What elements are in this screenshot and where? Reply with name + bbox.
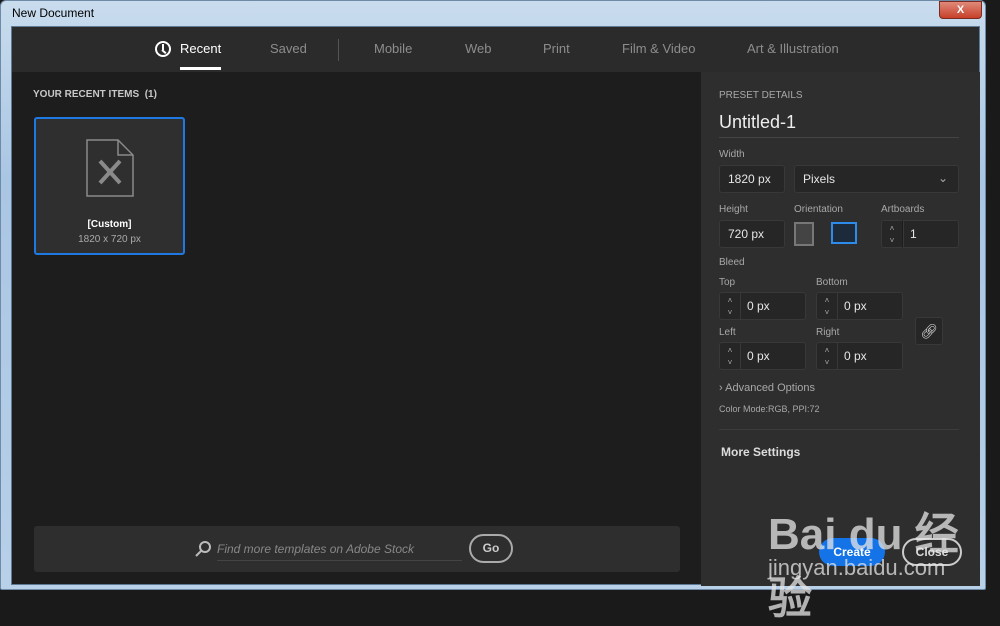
- advanced-options-label: Advanced Options: [725, 382, 816, 394]
- bleed-top-stepper[interactable]: ˄ ˅: [719, 292, 741, 320]
- stock-search-bar: Find more templates on Adobe Stock Go: [34, 526, 680, 572]
- preset-details-panel: PRESET DETAILS Untitled-1 Width 1820 px …: [701, 72, 980, 586]
- preset-details-header: PRESET DETAILS: [719, 90, 803, 101]
- recent-items-header: YOUR RECENT ITEMS (1): [33, 89, 157, 100]
- advanced-options-toggle[interactable]: › Advanced Options: [719, 382, 815, 394]
- stock-search-input[interactable]: Find more templates on Adobe Stock: [217, 542, 462, 561]
- dialog-content: Recent Saved Mobile Web Print Film & Vid…: [11, 26, 980, 586]
- dialog-window: New Document X Recent Saved Mobile Web P…: [0, 0, 986, 590]
- color-mode-info: Color Mode:RGB, PPI:72: [719, 404, 820, 414]
- tab-art-illustration[interactable]: Art & Illustration: [747, 41, 839, 56]
- units-value: Pixels: [803, 172, 836, 186]
- recent-item-card[interactable]: [Custom] 1820 x 720 px: [34, 117, 185, 255]
- bleed-left-input[interactable]: 0 px: [740, 342, 806, 370]
- bleed-top-label: Top: [719, 277, 736, 288]
- tab-recent[interactable]: Recent: [180, 41, 222, 70]
- more-settings-button[interactable]: More Settings: [721, 445, 800, 459]
- bleed-right-input[interactable]: 0 px: [837, 342, 903, 370]
- recent-count: (1): [144, 89, 157, 100]
- create-button[interactable]: Create: [819, 538, 885, 566]
- artboards-input[interactable]: 1: [903, 220, 959, 248]
- search-icon: [195, 541, 211, 557]
- bleed-top-input[interactable]: 0 px: [740, 292, 806, 320]
- width-label: Width: [719, 149, 745, 160]
- bleed-right-stepper[interactable]: ˄ ˅: [816, 342, 838, 370]
- artboards-stepper[interactable]: ˄ ˅: [881, 220, 903, 248]
- recent-item-size: 1820 x 720 px: [78, 234, 141, 245]
- recent-item-name: [Custom]: [87, 219, 132, 230]
- bleed-label: Bleed: [719, 257, 745, 268]
- chevron-down-icon: ⌄: [937, 171, 948, 185]
- recent-header-label: YOUR RECENT ITEMS: [33, 89, 140, 100]
- link-bleed-button[interactable]: 🔗︎: [915, 317, 943, 345]
- tab-mobile[interactable]: Mobile: [374, 41, 412, 56]
- bleed-bottom-input[interactable]: 0 px: [837, 292, 903, 320]
- close-button[interactable]: Close: [902, 538, 962, 566]
- tab-saved[interactable]: Saved: [270, 41, 307, 56]
- category-tabs: Recent Saved Mobile Web Print Film & Vid…: [12, 27, 979, 72]
- document-icon: [86, 139, 134, 197]
- units-select[interactable]: Pixels ⌄: [794, 165, 959, 193]
- orientation-label: Orientation: [794, 204, 843, 215]
- width-input[interactable]: 1820 px: [719, 165, 785, 193]
- height-input[interactable]: 720 px: [719, 220, 785, 248]
- bleed-bottom-stepper[interactable]: ˄ ˅: [816, 292, 838, 320]
- tab-divider: [338, 39, 339, 61]
- landscape-orientation-button[interactable]: [831, 222, 857, 244]
- window-title: New Document: [12, 6, 95, 20]
- height-label: Height: [719, 204, 748, 215]
- clock-icon: [155, 41, 171, 57]
- tab-web[interactable]: Web: [465, 41, 492, 56]
- window-close-button[interactable]: X: [939, 1, 982, 19]
- artboards-label: Artboards: [881, 204, 925, 215]
- tab-film-video[interactable]: Film & Video: [622, 41, 695, 56]
- tab-print[interactable]: Print: [543, 41, 570, 56]
- bleed-right-label: Right: [816, 327, 840, 338]
- link-icon: 🔗︎: [920, 323, 938, 339]
- portrait-orientation-button[interactable]: [794, 222, 814, 246]
- go-button[interactable]: Go: [469, 534, 513, 563]
- bleed-left-stepper[interactable]: ˄ ˅: [719, 342, 741, 370]
- document-name-input[interactable]: Untitled-1: [719, 112, 959, 138]
- divider: [719, 429, 959, 430]
- bleed-bottom-label: Bottom: [816, 277, 848, 288]
- bleed-left-label: Left: [719, 327, 736, 338]
